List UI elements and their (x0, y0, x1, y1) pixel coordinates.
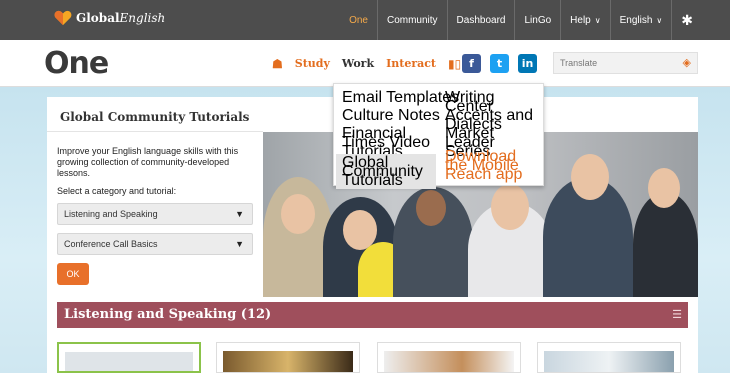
top-nav-help[interactable]: Help ∨ (560, 0, 609, 40)
home-icon[interactable]: ☗ (266, 40, 289, 87)
top-nav-community[interactable]: Community (376, 0, 447, 40)
dropdown-arrow-icon: ▼ (235, 239, 244, 249)
intro-text: Improve your English language skills wit… (57, 146, 239, 178)
section-title: Listening and Speaking (12) (64, 307, 272, 322)
list-view-icon[interactable]: ☰ (672, 308, 682, 321)
dropdown-arrow-icon: ▼ (235, 209, 244, 219)
nav-work[interactable]: Work (335, 40, 381, 87)
top-nav-lingo[interactable]: LinGo (514, 0, 560, 40)
one-logo[interactable]: One (44, 46, 109, 81)
nav-interact[interactable]: Interact (380, 40, 442, 87)
translate-bubble-icon[interactable]: ◈ (683, 56, 691, 69)
tutorial-tile[interactable] (377, 342, 521, 373)
tutorial-select[interactable]: Conference Call Basics ▼ (57, 233, 253, 255)
gear-icon[interactable]: ✱ (671, 0, 702, 40)
language-selector[interactable]: English ∨ (609, 0, 672, 40)
translate-input[interactable]: Translate ◈ (553, 52, 698, 74)
tutorial-tile[interactable] (537, 342, 681, 373)
chevron-down-icon: ∨ (594, 15, 601, 25)
brand-name: GlobalEnglish (76, 11, 166, 25)
top-bar: GlobalEnglish One Community Dashboard Li… (0, 0, 730, 40)
menu-item-download-mobile-app[interactable]: Download the Mobile Reach app (445, 149, 541, 183)
nav-study[interactable]: Study (289, 40, 336, 87)
page-title: Global Community Tutorials (60, 110, 250, 124)
menu-item-global-community-tutorials[interactable]: Global Community Tutorials (336, 154, 436, 189)
top-nav: One Community Dashboard LinGo Help ∨ Engl… (340, 0, 702, 40)
tutorial-tile[interactable] (216, 342, 360, 373)
main-nav: ☗ Study Work Interact ▮▯ (266, 40, 467, 87)
facebook-icon[interactable]: f (462, 54, 481, 73)
globalenglish-logo[interactable]: GlobalEnglish (54, 10, 165, 26)
ok-button[interactable]: OK (57, 263, 89, 285)
chevron-down-icon: ∨ (656, 15, 663, 25)
category-select[interactable]: Listening and Speaking ▼ (57, 203, 253, 225)
menu-item-email-templates[interactable]: Email Templates (342, 90, 459, 106)
divider (47, 131, 263, 132)
menu-item-financial-times[interactable]: Financial Times Video Tutorials (342, 126, 434, 160)
work-dropdown-menu: Email Templates Culture Notes Financial … (333, 83, 544, 189)
linkedin-icon[interactable]: in (518, 54, 537, 73)
top-nav-dashboard[interactable]: Dashboard (446, 0, 515, 40)
select-prompt: Select a category and tutorial: (57, 186, 177, 196)
section-header: Listening and Speaking (12) ☰ (57, 302, 688, 328)
menu-item-culture-notes[interactable]: Culture Notes (342, 108, 440, 124)
top-nav-one[interactable]: One (340, 0, 377, 40)
heart-logo-icon (54, 10, 72, 26)
twitter-icon[interactable]: t (490, 54, 509, 73)
tutorial-tile[interactable] (57, 342, 201, 373)
